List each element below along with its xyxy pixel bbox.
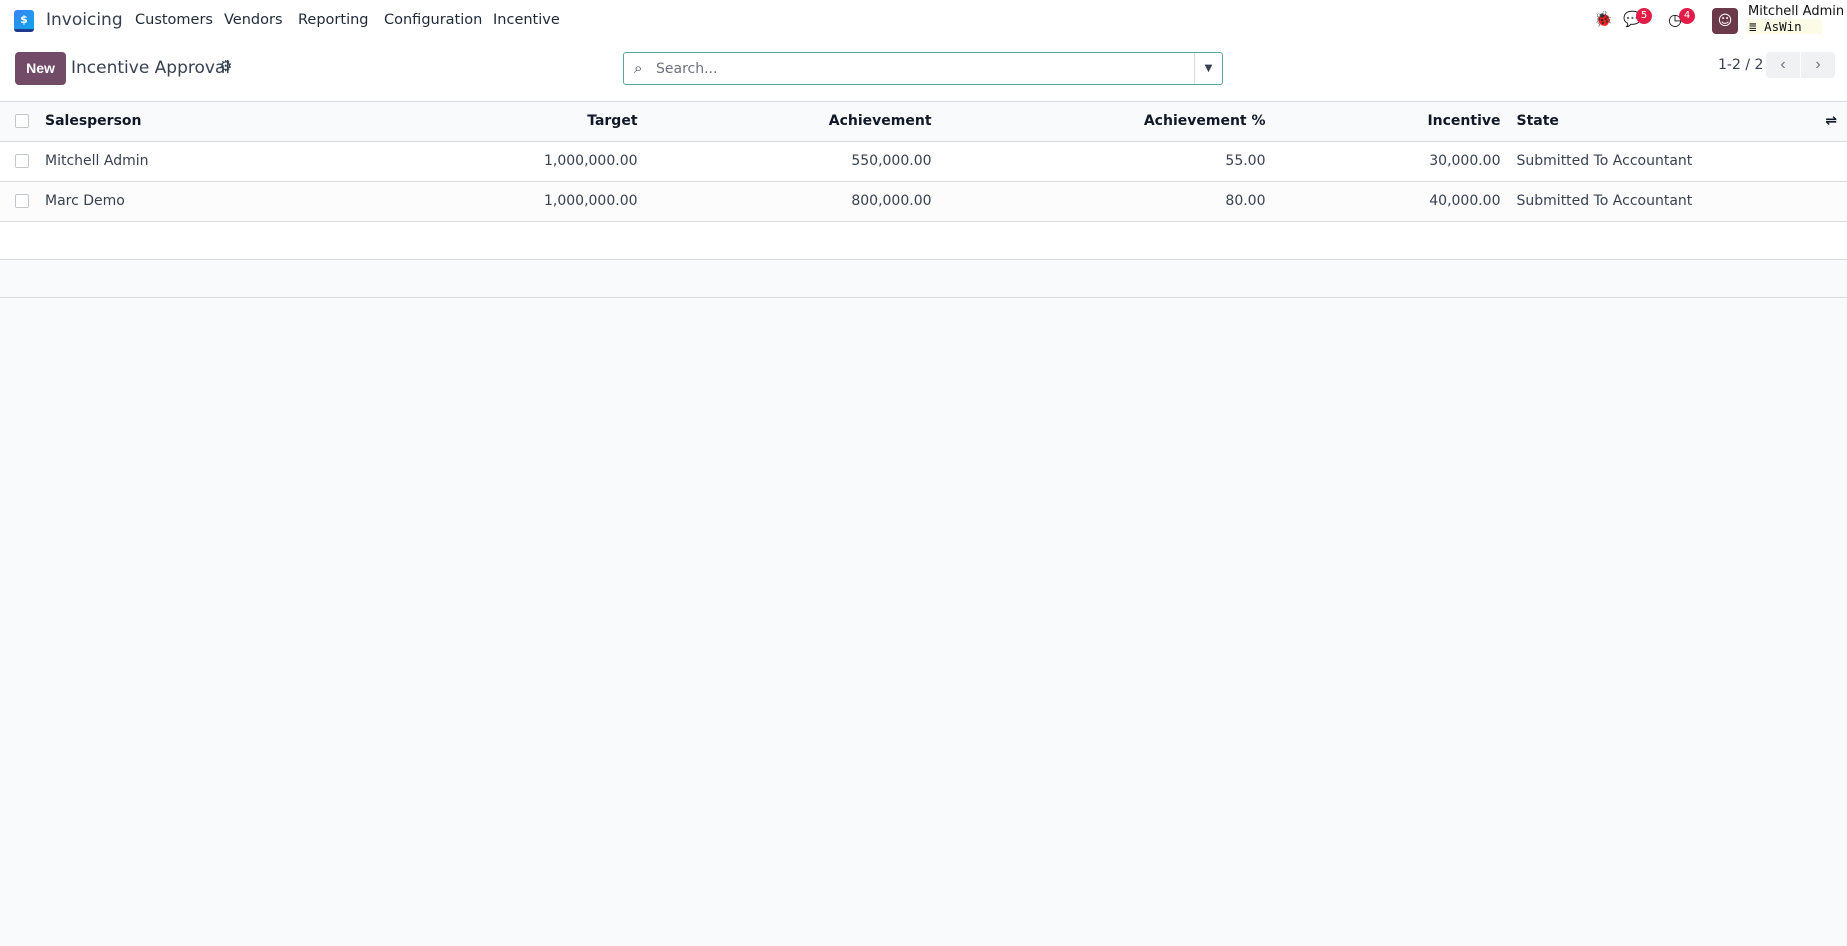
header-achievement[interactable]: Achievement	[645, 102, 940, 142]
cell-state: Submitted To Accountant	[1508, 181, 1847, 222]
menu-configuration[interactable]: Configuration	[384, 12, 482, 28]
table-footer	[0, 259, 1847, 298]
header-state-label: State	[1516, 113, 1559, 130]
header-target[interactable]: Target	[536, 102, 646, 142]
header-state[interactable]: State ⇌	[1508, 102, 1847, 142]
cell-achievement-percent: 80.00	[939, 181, 1274, 222]
header-incentive[interactable]: Incentive	[1273, 102, 1509, 142]
user-avatar[interactable]: ☺	[1712, 8, 1738, 34]
search-input[interactable]: ⌕ Search... ▼	[623, 52, 1223, 85]
table-row[interactable]: Mitchell Admin 1,000,000.00 550,000.00 5…	[0, 141, 1847, 182]
database-icon: ≣	[1749, 19, 1765, 34]
debug-bug-icon[interactable]: 🐞	[1594, 10, 1613, 28]
incentive-table: Salesperson Target Achievement Achieveme…	[0, 102, 1847, 298]
control-panel: New Incentive Approval ⚙ ⌕ Search... ▼ 1…	[0, 42, 1847, 102]
database-name: ≣ AsWin	[1747, 19, 1822, 34]
cell-achievement-percent: 55.00	[939, 141, 1274, 182]
cell-incentive: 40,000.00	[1273, 181, 1509, 222]
pager-previous-button[interactable]: ‹	[1766, 52, 1800, 78]
row-checkbox[interactable]	[15, 194, 29, 208]
menu-reporting[interactable]: Reporting	[298, 12, 369, 28]
user-name[interactable]: Mitchell Admin	[1748, 4, 1844, 19]
cell-achievement: 800,000.00	[645, 181, 940, 222]
header-salesperson[interactable]: Salesperson	[38, 102, 536, 142]
cell-state: Submitted To Accountant	[1508, 141, 1847, 182]
cell-salesperson: Mitchell Admin	[38, 141, 536, 182]
header-achievement-percent[interactable]: Achievement %	[939, 102, 1274, 142]
search-icon: ⌕	[634, 59, 643, 77]
cell-target: 1,000,000.00	[536, 141, 646, 182]
table-row[interactable]: Marc Demo 1,000,000.00 800,000.00 80.00 …	[0, 181, 1847, 222]
table-header-row: Salesperson Target Achievement Achieveme…	[0, 102, 1847, 142]
menu-incentive[interactable]: Incentive	[493, 12, 560, 28]
row-checkbox[interactable]	[15, 154, 29, 168]
activities-badge: 4	[1679, 8, 1695, 24]
messages-badge: 5	[1636, 8, 1652, 24]
top-navbar: $ Invoicing Customers Vendors Reporting …	[0, 0, 1847, 42]
new-button[interactable]: New	[15, 52, 66, 85]
select-all-checkbox[interactable]	[15, 114, 29, 129]
database-label: AsWin	[1764, 19, 1802, 34]
page-title: Incentive Approval	[71, 58, 231, 78]
search-options-chevron-down-icon[interactable]: ▼	[1194, 53, 1222, 84]
app-logo-icon[interactable]: $	[14, 10, 34, 32]
gear-icon[interactable]: ⚙	[219, 57, 232, 75]
cell-salesperson: Marc Demo	[38, 181, 536, 222]
menu-customers[interactable]: Customers	[135, 12, 213, 28]
search-placeholder: Search...	[656, 61, 718, 77]
menu-vendors[interactable]: Vendors	[224, 12, 283, 28]
pager-next-button[interactable]: ›	[1801, 52, 1835, 78]
cell-target: 1,000,000.00	[536, 181, 646, 222]
cell-achievement: 550,000.00	[645, 141, 940, 182]
cell-incentive: 30,000.00	[1273, 141, 1509, 182]
app-name[interactable]: Invoicing	[46, 10, 123, 30]
optional-columns-settings-icon[interactable]: ⇌	[1825, 113, 1837, 129]
pager-value[interactable]: 1-2 / 2	[1718, 57, 1763, 73]
empty-row	[0, 221, 1847, 260]
